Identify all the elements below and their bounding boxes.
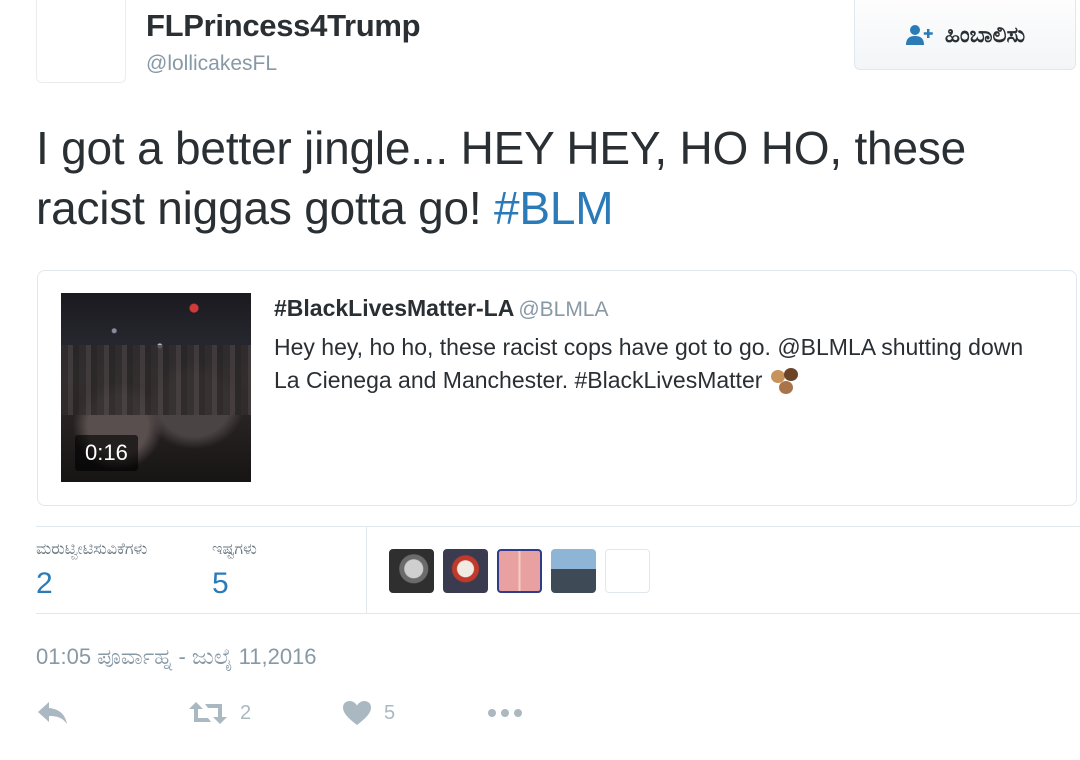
- liker-avatar[interactable]: [443, 549, 488, 593]
- tweet-timestamp[interactable]: 01:05 ಪೂರ್ವಾಹ್ನ - ಜುಲೈ 11,2016: [36, 644, 317, 670]
- quoted-body: Hey hey, ho ho, these racist cops have g…: [274, 334, 1024, 393]
- liker-avatar[interactable]: [605, 549, 650, 593]
- user-avatar[interactable]: [36, 0, 126, 83]
- heart-icon: [342, 700, 372, 726]
- like-count: 5: [384, 701, 396, 724]
- tweet-actions: 2 5: [36, 700, 596, 740]
- liker-avatar[interactable]: [497, 549, 542, 593]
- liker-avatar[interactable]: [389, 549, 434, 593]
- quoted-display-name: #BlackLivesMatter-LA: [274, 295, 515, 321]
- display-name[interactable]: FLPrincess4Trump: [146, 8, 421, 44]
- quoted-tweet-card[interactable]: 0:16 #BlackLivesMatter-LA @BLMLA Hey hey,…: [37, 270, 1077, 506]
- likes-count: 5: [212, 567, 229, 600]
- more-options-button[interactable]: [486, 700, 524, 726]
- retweet-button[interactable]: 2: [188, 700, 251, 726]
- tweet-hashtag-link[interactable]: #BLM: [494, 182, 614, 234]
- video-duration: 0:16: [75, 435, 138, 471]
- follow-button[interactable]: ಹಿಂಬಾಲಿಸು: [854, 0, 1076, 70]
- quoted-author[interactable]: #BlackLivesMatter-LA @BLMLA: [274, 295, 609, 322]
- follow-label: ಹಿಂಬಾಲಿಸು: [944, 21, 1026, 47]
- video-thumbnail[interactable]: 0:16: [61, 293, 251, 482]
- liker-avatar[interactable]: [551, 549, 596, 593]
- quoted-text: Hey hey, ho ho, these racist cops have g…: [274, 331, 1054, 398]
- retweets-label: ಮರುಟ್ವೀಟಿಸುವಿಕೆಗಳು: [36, 541, 148, 558]
- retweets-count: 2: [36, 567, 53, 600]
- follow-user-icon: [905, 24, 935, 46]
- retweet-count: 2: [240, 701, 252, 724]
- tweet-text: I got a better jingle... HEY HEY, HO HO,…: [36, 118, 1046, 238]
- liker-avatars: [389, 549, 650, 593]
- stats-divider: [366, 527, 367, 614]
- likes-label: ಇಷ್ಟಗಳು: [212, 541, 257, 558]
- video-crowd-image: [61, 345, 251, 415]
- retweet-icon: [188, 700, 228, 726]
- quoted-handle: @BLMLA: [518, 298, 609, 321]
- user-handle[interactable]: @lollicakesFL: [146, 52, 277, 76]
- like-button[interactable]: 5: [342, 700, 395, 726]
- reply-button[interactable]: [36, 700, 70, 726]
- retweets-stat[interactable]: ಮರುಟ್ವೀಟಿಸುವಿಕೆಗಳು 2: [36, 541, 147, 601]
- tweet-stats: ಮರುಟ್ವೀಟಿಸುವಿಕೆಗಳು 2 ಇಷ್ಟಗಳು 5: [36, 526, 1080, 614]
- reply-icon: [36, 700, 70, 726]
- more-dots-icon: [486, 700, 524, 726]
- raised-fist-emoji-icon: [769, 366, 803, 398]
- likes-stat[interactable]: ಇಷ್ಟಗಳು 5: [212, 541, 257, 601]
